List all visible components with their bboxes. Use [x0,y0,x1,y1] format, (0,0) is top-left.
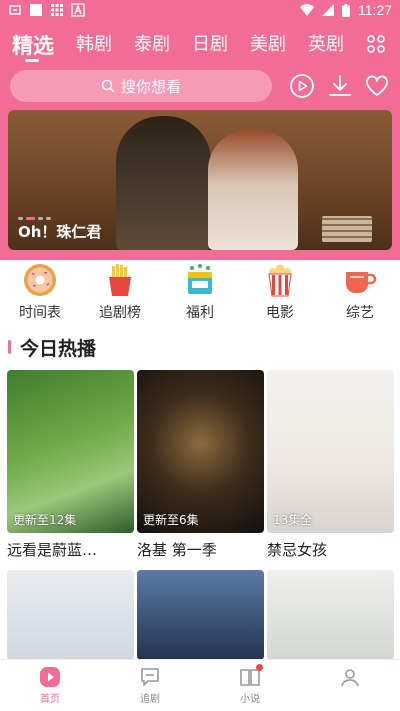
featured-banner[interactable]: Oh！珠仁君 [8,110,392,250]
notification-dot [256,664,263,671]
nav-label: 首页 [40,694,60,705]
play-history-icon[interactable] [289,73,315,99]
home-play-icon [40,667,60,687]
drama-poster: 更新至12集 [7,370,134,533]
drama-title: 禁忌女孩 [267,541,328,559]
drama-poster [137,570,264,660]
banner-person-female [208,130,298,250]
drama-card[interactable] [7,570,134,660]
section-title: 今日热播 [20,338,97,360]
shortcut-label: 电影 [266,305,294,321]
tab-american[interactable]: 美剧 [250,30,286,62]
pager-dot [38,217,43,220]
download-icon[interactable] [327,73,353,99]
banner-title: Oh！珠仁君 [18,223,102,241]
episode-badge: 更新至6集 [143,513,199,527]
font-notification-icon [71,3,85,17]
drama-card[interactable]: 更新至6集 洛基 第一季 [137,370,264,560]
profile-icon [341,669,359,687]
banner-books [322,216,372,242]
shortcut-label: 综艺 [346,305,374,321]
drama-poster: 更新至6集 [137,370,264,533]
bottom-navigation: 首页 追剧 小说 [0,659,400,711]
section-marker [8,340,11,354]
gift-box-icon [188,264,212,294]
drama-card[interactable]: 更新至12集 远看是蔚蓝… [7,370,134,560]
signal-icon [322,4,334,16]
status-bar: 11:27 [0,0,400,22]
drama-card[interactable] [137,570,264,660]
status-time: 11:27 [358,2,392,18]
episode-badge: 更新至12集 [13,513,77,527]
fries-icon [109,264,131,296]
shortcut-variety[interactable]: 综艺 [320,262,400,324]
banner-person-male [116,116,211,250]
nav-novels[interactable]: 小说 [200,660,300,711]
tab-thai[interactable]: 泰剧 [134,30,170,62]
shortcut-welfare[interactable]: 福利 [160,262,240,324]
nav-label: 小说 [240,694,260,705]
drama-title: 洛基 第一季 [137,541,217,559]
square-notification-icon [30,4,42,16]
donut-icon [24,264,56,296]
battery-icon [342,3,350,17]
favorite-heart-icon[interactable] [364,73,390,99]
active-tab-indicator [25,59,39,62]
drama-card[interactable] [267,570,394,660]
shortcut-label: 追剧榜 [99,305,141,321]
category-tabs: 精选 韩剧 泰剧 日剧 美剧 英剧 [12,30,362,62]
drama-title: 远看是蔚蓝… [7,541,98,559]
drama-poster [7,570,134,660]
nav-label: 追剧 [140,694,160,705]
shortcut-label: 福利 [186,305,214,321]
shortcut-ranking[interactable]: 追剧榜 [80,262,160,324]
banner-pager [18,217,51,220]
drama-poster: 13集全 [267,370,394,533]
cup-icon [346,272,377,293]
pager-dot [18,217,23,220]
nav-profile[interactable] [300,660,400,711]
nav-home[interactable]: 首页 [0,660,100,711]
tab-featured[interactable]: 精选 [12,30,54,62]
drama-poster [267,570,394,660]
nav-follow[interactable]: 追剧 [100,660,200,711]
tab-japanese[interactable]: 日剧 [192,30,228,62]
shortcut-schedule[interactable]: 时间表 [0,262,80,324]
chat-icon [141,668,159,686]
tab-korean[interactable]: 韩剧 [76,30,112,62]
app-notification-icon [9,5,21,15]
drama-card[interactable]: 13集全 禁忌女孩 [267,370,394,560]
wifi-icon [300,4,314,16]
pager-dot [46,217,51,220]
shortcut-label: 时间表 [19,305,61,321]
search-icon [101,79,115,93]
tab-british[interactable]: 英剧 [308,30,344,62]
search-bar[interactable]: 搜你想看 [10,70,272,102]
shortcut-row: 时间表 追剧榜 福利 电影 综艺 [0,262,400,324]
grid-notification-icon [51,4,63,16]
popcorn-icon [268,264,292,297]
episode-badge: 13集全 [273,513,313,527]
search-placeholder: 搜你想看 [120,77,181,96]
pager-dot-active [26,217,35,220]
category-grid-icon[interactable] [366,34,386,54]
shortcut-movies[interactable]: 电影 [240,262,320,324]
